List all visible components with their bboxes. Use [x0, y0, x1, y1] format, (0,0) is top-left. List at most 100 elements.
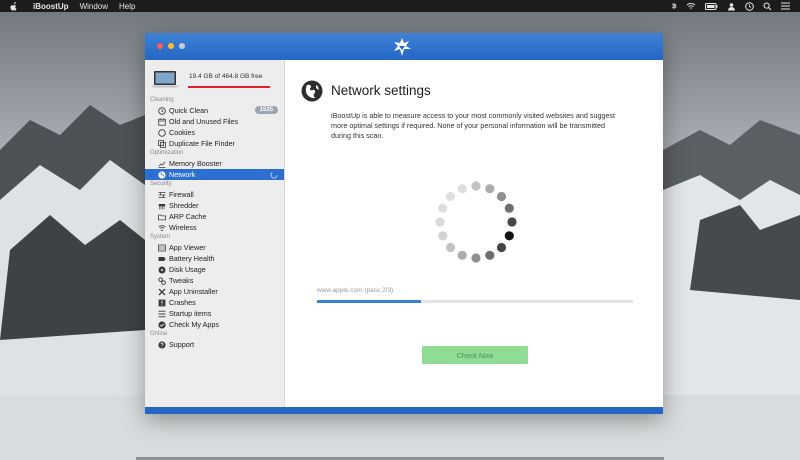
sidebar-section-system: System: [150, 234, 171, 240]
shredder-icon: [157, 201, 166, 210]
sidebar-item-memory-booster[interactable]: Memory Booster: [145, 158, 284, 169]
check-now-button[interactable]: Check Now: [422, 346, 528, 364]
sidebar-section-optimization: Optimization: [150, 150, 184, 156]
sidebar-item-label: Cookies: [169, 128, 195, 137]
sidebar-item-wireless[interactable]: Wireless: [145, 222, 284, 233]
count-badge: 1525: [254, 106, 278, 114]
list-status-icon[interactable]: [781, 2, 790, 10]
sidebar-item-tweaks[interactable]: Tweaks: [145, 275, 284, 286]
sidebar-item-label: Crashes: [169, 298, 196, 307]
main-panel: Network settings iBoostUp is able to mea…: [285, 60, 663, 407]
sidebar-item-quick-clean[interactable]: Quick Clean 1525: [145, 105, 284, 116]
page-title: Network settings: [331, 83, 431, 98]
menu-app-name[interactable]: iBoostUp: [33, 2, 69, 11]
sidebar-item-label: Duplicate File Finder: [169, 139, 235, 148]
disk-usage-bar: [188, 86, 270, 88]
sidebar-item-label: ARP Cache: [169, 212, 207, 221]
sidebar-item-label: Disk Usage: [169, 265, 206, 274]
sidebar-item-support[interactable]: Support: [145, 339, 284, 350]
sidebar-item-arp-cache[interactable]: ARP Cache: [145, 211, 284, 222]
sidebar-item-label: Tweaks: [169, 276, 194, 285]
duplicate-icon: [157, 139, 166, 148]
menubar: iBoostUp Window Help: [0, 0, 800, 12]
folder-icon: [157, 212, 166, 221]
sidebar-item-app-uninstaller[interactable]: App Uninstaller: [145, 286, 284, 297]
wifi-icon: [157, 223, 166, 232]
close-button[interactable]: [157, 43, 163, 49]
activity-spinner-icon: [270, 170, 278, 181]
spinner-dot: [496, 191, 507, 202]
sidebar-item-firewall[interactable]: Firewall: [145, 189, 284, 200]
app-window: 19.4 GB of 464.8 GB free Cleaning Quick C…: [145, 33, 663, 414]
spinner-dot: [471, 181, 481, 191]
spinner-dot: [438, 203, 448, 213]
zoom-button[interactable]: [179, 43, 185, 49]
gears-icon: [157, 276, 166, 285]
apple-icon[interactable]: [10, 1, 21, 11]
progress-status-text: www.apple.com (pass 2/3): [317, 287, 394, 294]
sidebar-item-disk-usage[interactable]: Disk Usage: [145, 264, 284, 275]
sidebar-item-label: Firewall: [169, 190, 194, 199]
minimize-button[interactable]: [168, 43, 174, 49]
sidebar-section-online: Online: [150, 331, 168, 337]
sidebar-item-label: Shredder: [169, 201, 199, 210]
disk-icon: [157, 265, 166, 274]
sidebar-item-label: Support: [169, 340, 195, 349]
clock-status-icon[interactable]: [745, 1, 754, 11]
disk-summary: 19.4 GB of 464.8 GB free: [145, 60, 284, 96]
sidebar-item-startup-items[interactable]: Startup items: [145, 308, 284, 319]
spinner-dot: [504, 231, 514, 241]
sidebar-item-label: Startup items: [169, 309, 212, 318]
clock-icon: [157, 106, 166, 115]
globe-icon: [157, 170, 166, 179]
user-icon[interactable]: [727, 2, 736, 11]
spinner-dot: [504, 203, 514, 213]
sidebar-item-duplicate-file-finder[interactable]: Duplicate File Finder: [145, 138, 284, 149]
cookie-icon: [157, 128, 166, 137]
battery-icon: [157, 254, 166, 263]
progress-bar-fill: [317, 300, 422, 303]
spinner-dot: [445, 242, 456, 253]
sidebar-item-label: Quick Clean: [169, 106, 209, 115]
menu-window[interactable]: Window: [80, 2, 108, 11]
wifi-status-icon[interactable]: [686, 2, 696, 10]
spinner-dot: [445, 191, 456, 202]
spinner-dot: [496, 242, 507, 253]
sidebar-item-old-and-unused-files[interactable]: Old and Unused Files: [145, 116, 284, 127]
chart-icon: [157, 159, 166, 168]
sidebar-item-battery-health[interactable]: Battery Health: [145, 253, 284, 264]
bluetooth-icon[interactable]: [671, 2, 677, 10]
sidebar-item-label: Network: [169, 170, 196, 179]
sidebar-item-label: Wireless: [169, 223, 197, 232]
laptop-icon: [150, 70, 180, 93]
sidebar-item-label: App Uninstaller: [169, 287, 218, 296]
spinner-dot: [438, 231, 448, 241]
spotlight-icon[interactable]: [763, 2, 772, 11]
menu-help[interactable]: Help: [119, 2, 135, 11]
sidebar-item-shredder[interactable]: Shredder: [145, 200, 284, 211]
firewall-icon: [157, 190, 166, 199]
sidebar-item-crashes[interactable]: Crashes: [145, 297, 284, 308]
sidebar-item-cookies[interactable]: Cookies: [145, 127, 284, 138]
sidebar-section-cleaning: Cleaning: [150, 97, 174, 103]
titlebar[interactable]: [145, 33, 663, 60]
app-logo-icon: [392, 37, 412, 62]
startup-icon: [157, 309, 166, 318]
calendar-icon: [157, 117, 166, 126]
spinner-dot: [485, 184, 495, 194]
crash-icon: [157, 298, 166, 307]
globe-icon: [301, 80, 323, 107]
progress-bar: [317, 300, 633, 303]
sidebar-item-label: App Viewer: [169, 243, 206, 252]
spinner-dot: [507, 217, 517, 227]
sidebar-item-network[interactable]: Network: [145, 169, 284, 180]
sidebar: 19.4 GB of 464.8 GB free Cleaning Quick C…: [145, 60, 285, 407]
sidebar-item-label: Battery Health: [169, 254, 215, 263]
window-bottom-bar: [145, 407, 663, 414]
battery-status-icon[interactable]: [705, 2, 718, 10]
sidebar-item-check-my-apps[interactable]: Check My Apps: [145, 319, 284, 330]
loading-spinner: [435, 181, 517, 263]
spinner-dot: [435, 217, 445, 227]
sidebar-item-app-viewer[interactable]: App Viewer: [145, 242, 284, 253]
check-icon: [157, 320, 166, 329]
